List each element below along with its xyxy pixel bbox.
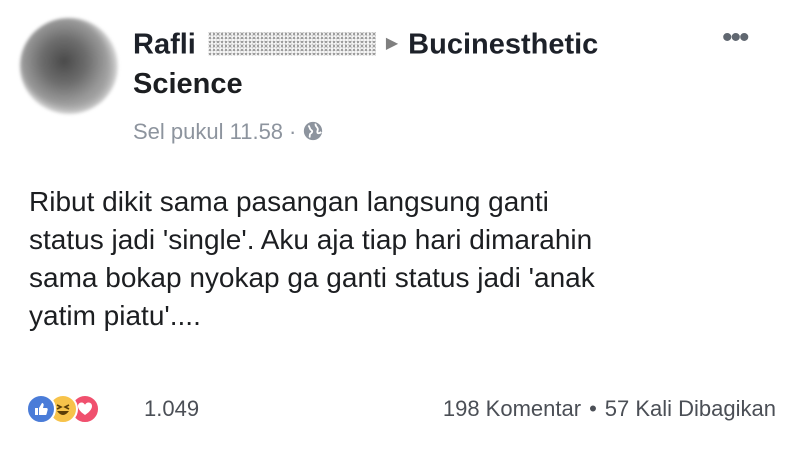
like-icon <box>26 394 56 424</box>
message-line: status jadi 'single'. Aku aja tiap hari … <box>29 224 593 255</box>
message-line: Ribut dikit sama pasangan langsung ganti <box>29 186 549 217</box>
avatar[interactable] <box>20 18 118 114</box>
message-line: yatim piatu'.... <box>29 300 201 331</box>
globe-icon[interactable] <box>302 120 324 142</box>
name-line: Rafli ▶ Bucinesthetic <box>133 26 693 61</box>
stats-separator: • <box>589 396 597 421</box>
reaction-count[interactable]: 1.049 <box>144 396 199 422</box>
timestamp[interactable]: Sel pukul 11.58 <box>133 119 283 144</box>
shares-count[interactable]: 57 Kali Dibagikan <box>605 396 776 421</box>
author-name[interactable]: Rafli <box>133 28 196 60</box>
message-line: sama bokap nyokap ga ganti status jadi '… <box>29 262 595 293</box>
more-options-icon[interactable]: ••• <box>722 23 749 53</box>
post-message: Ribut dikit sama pasangan langsung ganti… <box>29 183 774 335</box>
group-name-line2[interactable]: Science <box>133 67 693 101</box>
facebook-post: Rafli ▶ Bucinesthetic Science Sel pukul 11… <box>0 0 797 456</box>
post-meta: Sel pukul 11.58 · <box>133 118 324 146</box>
redacted-surname <box>207 32 376 57</box>
meta-separator: · <box>289 119 297 144</box>
group-name-line1[interactable]: Bucinesthetic <box>408 28 598 60</box>
post-header: Rafli ▶ Bucinesthetic Science <box>133 26 693 101</box>
post-footer: 1.049 198 Komentar • 57 Kali Dibagikan <box>26 393 776 427</box>
arrow-right-icon: ▶ <box>385 35 399 53</box>
comments-count[interactable]: 198 Komentar <box>443 396 581 421</box>
post-stats: 198 Komentar • 57 Kali Dibagikan <box>443 396 776 422</box>
